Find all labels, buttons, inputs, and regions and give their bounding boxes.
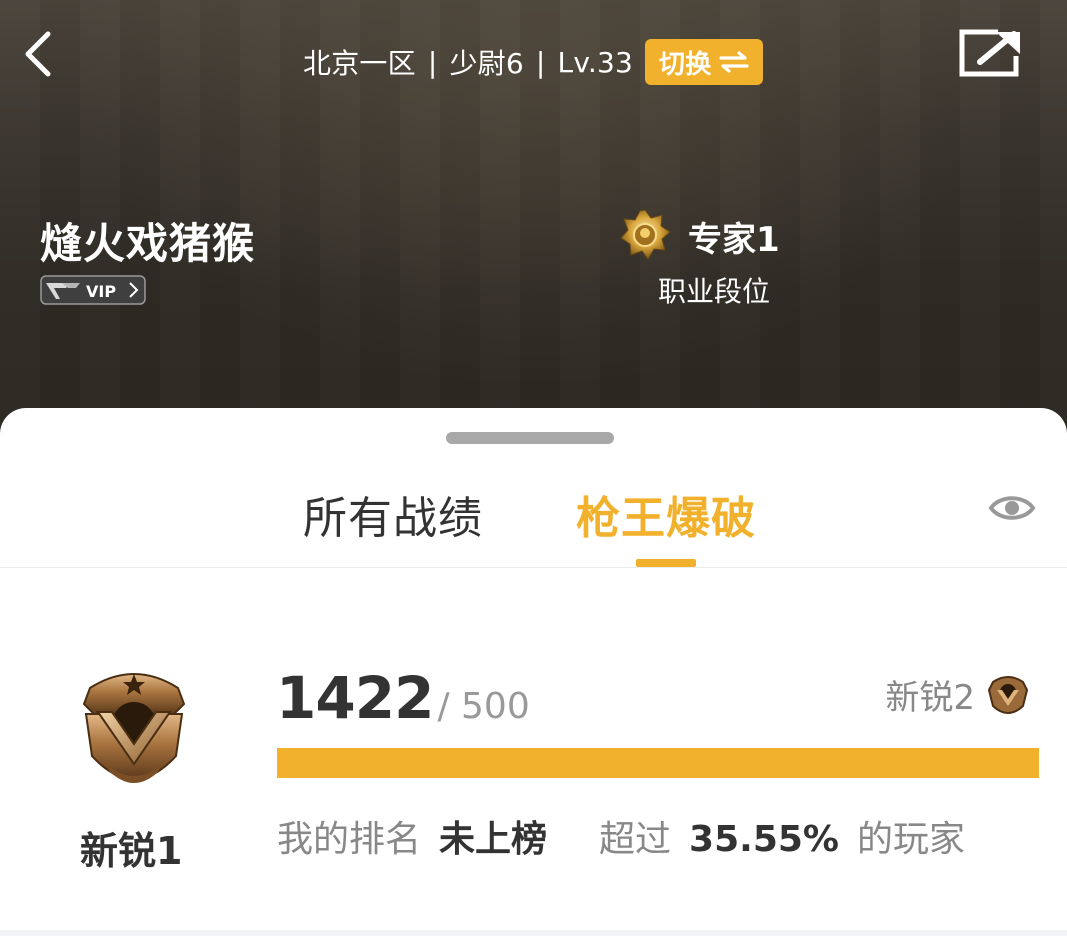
vip-icon: VIP — [40, 275, 146, 305]
bronze-small-shield-icon — [987, 675, 1029, 714]
exceed-label: 超过 — [599, 819, 672, 860]
drag-handle[interactable] — [446, 432, 614, 444]
rank-progress-bar — [277, 748, 1039, 778]
bottom-divider — [0, 930, 1067, 936]
server-name: 北京一区 — [303, 47, 416, 80]
eye-icon — [988, 496, 1036, 520]
chevron-left-icon — [25, 31, 51, 77]
server-info: 北京一区 | 少尉6 | Lv.33 切换 — [303, 38, 764, 86]
rank-title: 少尉6 — [449, 47, 524, 80]
score-display: 1422 / 500 — [276, 664, 530, 732]
switch-button[interactable]: 切换 — [645, 39, 764, 85]
player-name: 熢火戏猪猴 — [40, 219, 256, 268]
separator: | — [427, 45, 438, 79]
next-rank-label: 新锐2 — [885, 678, 975, 718]
tab-gun-king-demolition[interactable]: 枪王爆破 — [576, 482, 756, 546]
profile-header: 北京一区 | 少尉6 | Lv.33 切换 熢火戏猪猴 VIP 专家1 职业段位 — [0, 0, 1067, 440]
visibility-toggle[interactable] — [988, 490, 1036, 526]
back-button[interactable] — [18, 28, 58, 80]
gold-emblem-icon — [618, 208, 672, 262]
exceed-percent: 35.55% — [689, 819, 839, 860]
pro-rank-caption: 职业段位 — [658, 275, 771, 308]
share-button[interactable] — [958, 28, 1022, 78]
ranking-summary: 我的排名 未上榜 超过 35.55% 的玩家 — [277, 810, 1039, 862]
pro-rank-name: 专家1 — [688, 220, 780, 260]
tab-bar: 所有战绩 枪王爆破 — [0, 468, 1067, 568]
share-icon — [959, 29, 1020, 77]
bronze-shield-icon — [76, 664, 192, 800]
player-level: Lv.33 — [557, 45, 634, 79]
my-rank-label: 我的排名 — [277, 819, 422, 860]
my-rank-value: 未上榜 — [439, 819, 548, 860]
separator: | — [535, 45, 546, 79]
active-tab-indicator — [636, 559, 696, 567]
swap-arrows-icon — [719, 51, 750, 73]
vip-badge[interactable]: VIP — [40, 275, 146, 305]
svg-text:VIP: VIP — [86, 282, 116, 301]
rank-progress-fill — [277, 748, 1039, 778]
tab-all-records[interactable]: 所有战绩 — [303, 482, 483, 546]
switch-label: 切换 — [659, 49, 712, 80]
score-value: 1422 — [276, 664, 434, 732]
score-total: / 500 — [437, 686, 530, 727]
current-rank-label: 新锐1 — [80, 829, 183, 873]
exceed-suffix: 的玩家 — [857, 819, 966, 860]
stats-sheet: 所有战绩 枪王爆破 新锐1 1422 / 500 新锐2 我的排名 未上榜 超过… — [0, 408, 1067, 936]
next-rank: 新锐2 — [885, 670, 1029, 719]
